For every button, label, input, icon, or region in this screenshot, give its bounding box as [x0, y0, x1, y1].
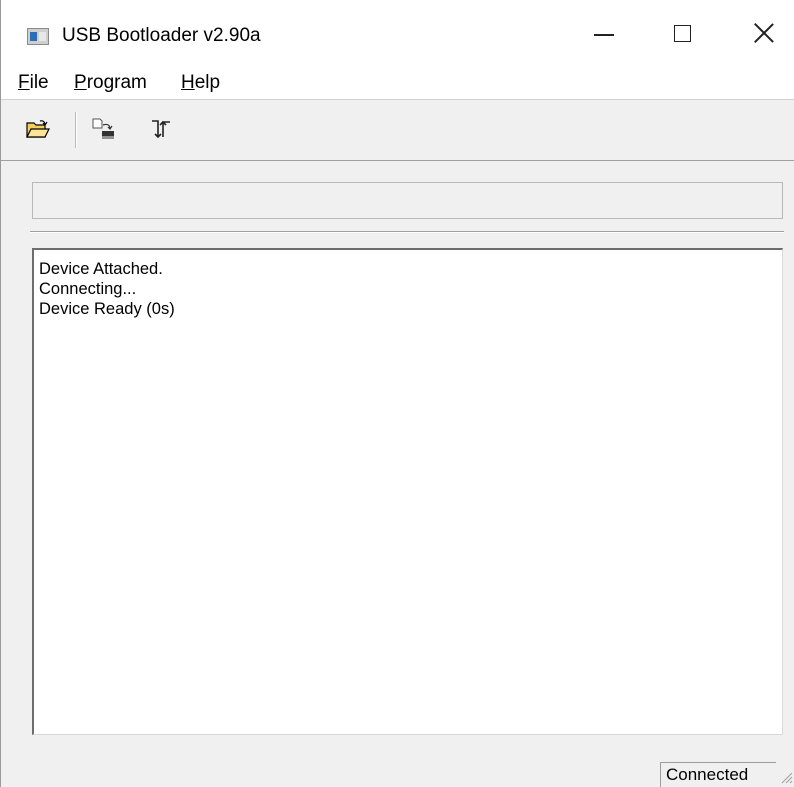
open-file-button[interactable] — [21, 114, 55, 144]
log-line: Device Ready (0s) — [39, 300, 175, 318]
log-output[interactable]: Device Attached. Connecting... Device Re… — [32, 248, 783, 735]
resize-grip-icon[interactable] — [779, 770, 793, 784]
status-panel: Connected — [660, 762, 776, 787]
progress-bar — [32, 182, 783, 219]
bootloader-window: USB Bootloader v2.90a File Program Help — [0, 0, 794, 787]
toolbar — [1, 100, 794, 161]
program-device-icon — [92, 118, 114, 139]
reset-device-button[interactable] — [145, 114, 179, 144]
reset-device-icon — [152, 120, 170, 139]
menu-program[interactable]: Program — [74, 72, 147, 94]
menu-bar: File Program Help — [1, 66, 794, 100]
menu-help-mnemonic: H — [181, 72, 195, 93]
menu-file-label: ile — [29, 72, 49, 93]
maximize-icon — [673, 24, 691, 42]
close-icon — [754, 23, 774, 43]
title-bar[interactable]: USB Bootloader v2.90a — [1, 0, 794, 66]
close-button[interactable] — [733, 0, 794, 66]
program-device-button[interactable] — [87, 114, 121, 144]
minimize-icon — [594, 34, 614, 36]
menu-file-mnemonic: F — [18, 72, 30, 93]
app-window-icon[interactable] — [27, 28, 49, 45]
menu-program-mnemonic: P — [74, 72, 87, 93]
menu-help[interactable]: Help — [181, 72, 220, 94]
toolbar-separator — [75, 112, 77, 148]
minimize-button[interactable] — [573, 0, 635, 66]
open-folder-icon — [26, 120, 50, 138]
log-line: Device Attached. — [39, 260, 163, 278]
maximize-button[interactable] — [651, 0, 713, 66]
window-title: USB Bootloader v2.90a — [62, 25, 261, 46]
menu-help-label: elp — [194, 72, 221, 93]
menu-program-label: rogram — [86, 72, 147, 93]
divider — [30, 231, 784, 233]
log-line: Connecting... — [39, 280, 137, 298]
menu-file[interactable]: File — [18, 72, 49, 94]
